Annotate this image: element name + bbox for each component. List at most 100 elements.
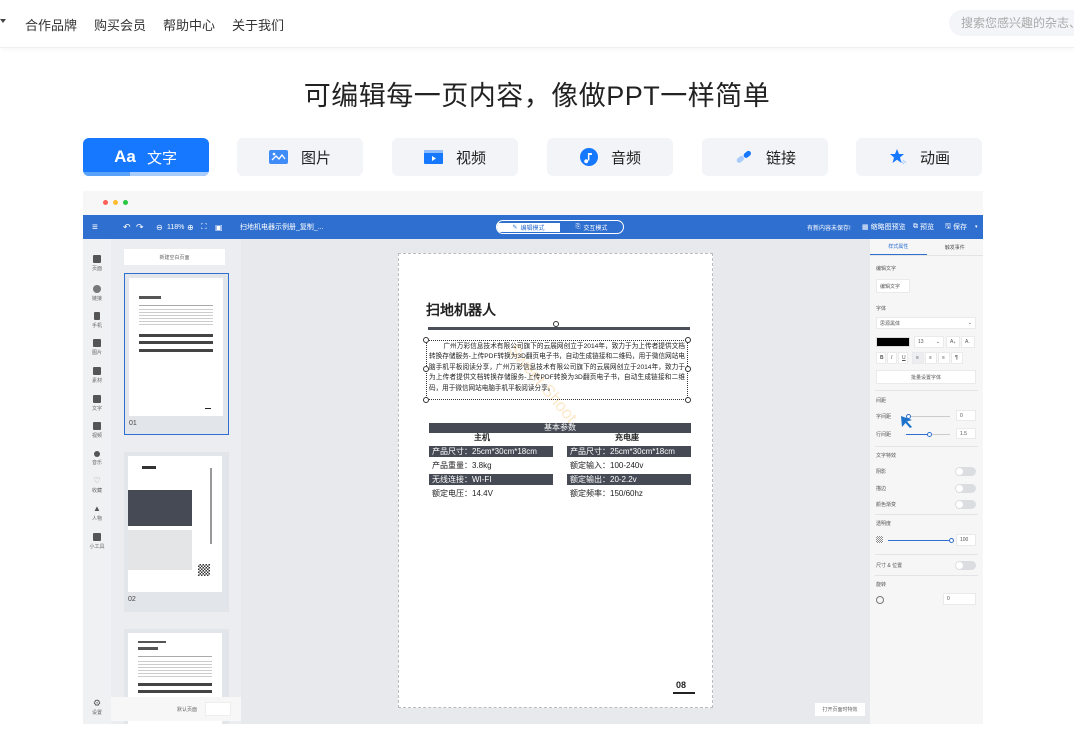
video-icon	[93, 422, 101, 430]
align-right-button[interactable]: ≡	[938, 352, 950, 364]
preview-button[interactable]: ⧉ 预览	[913, 215, 934, 239]
rail-label: 链接	[91, 296, 102, 302]
fullscreen-icon[interactable]: ⛶	[201, 215, 207, 239]
interactive-icon: ⎘	[575, 223, 581, 230]
close-dot[interactable]	[103, 200, 108, 205]
font-size-increase-button[interactable]: A +	[946, 336, 960, 348]
resize-handle-tl[interactable]	[423, 337, 429, 343]
rotate-dial-icon[interactable]	[876, 596, 884, 604]
line-spacing-fill	[906, 434, 929, 435]
page-icon	[93, 255, 101, 263]
nav-about-us[interactable]: 关于我们	[232, 15, 284, 34]
stroke-toggle[interactable]	[955, 484, 976, 493]
page-thumbnail-01[interactable]: 01	[124, 273, 229, 435]
rail-item-link[interactable]: 链接	[83, 285, 111, 302]
tab-label: 文字	[146, 149, 177, 167]
rail-item-page[interactable]: 页面	[83, 255, 111, 272]
zoom-in-icon[interactable]: ⊕	[187, 215, 194, 239]
maximize-dot[interactable]	[123, 200, 128, 205]
font-size-select[interactable]: 13 ⌄	[914, 336, 944, 348]
thumbnail-preview-button[interactable]: ▦ 缩略图预览	[862, 215, 906, 239]
opacity-fill[interactable]	[888, 540, 950, 541]
document-page[interactable]: Sweet Shoot 扫地机器人 广州万彩信息技术有限公司旗下的云展网创立于2…	[398, 253, 713, 708]
mode-edit-button[interactable]: ✎ 编辑模式	[497, 222, 560, 232]
nav-partner-brands[interactable]: 合作品牌	[25, 15, 77, 34]
underline-button[interactable]: U	[898, 352, 908, 364]
new-page-button[interactable]: 新建空白页面	[124, 249, 225, 265]
gradient-toggle[interactable]	[955, 500, 976, 509]
rail-item-tools[interactable]: 小工具	[83, 533, 111, 550]
rail-item-people[interactable]: ▲ 人物	[83, 505, 111, 523]
document-title[interactable]: 扫地机电器示例册_复制_...	[240, 215, 324, 239]
nav-help-center[interactable]: 帮助中心	[163, 15, 215, 34]
tab-trigger-events[interactable]: 触发事件	[927, 239, 984, 255]
divider	[875, 446, 978, 447]
mode-toggle[interactable]: ✎ 编辑模式 ⎘ 交互模式	[496, 220, 624, 234]
resize-handle-mr[interactable]	[685, 366, 691, 372]
edit-text-button[interactable]: 编辑文字	[876, 279, 910, 293]
zoom-out-icon[interactable]: ⊖	[156, 215, 163, 239]
size-position-toggle[interactable]	[955, 561, 976, 570]
align-center-button[interactable]: ≡	[925, 352, 937, 364]
redo-icon[interactable]: ↷	[136, 215, 144, 239]
title-divider	[428, 327, 690, 330]
minimize-dot[interactable]	[113, 200, 118, 205]
tab-text[interactable]: Aa 文字	[83, 138, 209, 176]
mode-interactive-label: 交互模式	[583, 225, 608, 232]
selected-text-box[interactable]: 广州万彩信息技术有限公司旗下的云展网创立于2014年，致力于为上传者提供文档转换…	[426, 340, 688, 400]
rail-item-music[interactable]: 音乐	[83, 451, 111, 466]
align-left-button[interactable]: ≡	[912, 352, 924, 364]
page-thumbnail-02[interactable]: 02	[124, 452, 229, 612]
rail-item-video[interactable]: 视频	[83, 422, 111, 439]
cell: 额定频率：150/60hz	[570, 489, 643, 498]
font-family-select[interactable]: 思源黑体 ⌄	[876, 317, 976, 329]
paragraph-button[interactable]: ¶	[951, 352, 963, 364]
col-charger: 充电座	[615, 433, 639, 442]
shadow-toggle[interactable]	[955, 467, 976, 476]
rotate-input[interactable]: 0	[943, 593, 976, 605]
resize-handle-bl[interactable]	[423, 397, 429, 403]
caret-down-icon[interactable]	[0, 19, 6, 23]
spacing-label: 间距	[876, 398, 887, 404]
page-title[interactable]: 扫地机器人	[426, 300, 496, 320]
tab-image[interactable]: 图片	[237, 138, 363, 176]
tab-link[interactable]: 链接	[702, 138, 828, 176]
letter-spacing-input[interactable]: 0	[956, 410, 976, 421]
batch-font-button[interactable]: 批量设置字体	[876, 370, 976, 384]
save-button[interactable]: 🖫 保存	[945, 215, 967, 239]
fit-page-icon[interactable]: ▣	[215, 215, 223, 239]
bold-button[interactable]: B	[876, 352, 886, 364]
music-note-icon	[579, 148, 599, 166]
default-page-input[interactable]	[205, 702, 231, 716]
rail-item-phone[interactable]: 手机	[83, 312, 111, 329]
font-size-decrease-button[interactable]: A-	[961, 336, 975, 348]
rail-item-material[interactable]: 素材	[83, 367, 111, 384]
save-dropdown-icon[interactable]: ▾	[975, 215, 978, 239]
resize-handle-tr[interactable]	[685, 337, 691, 343]
page-open-effect-button[interactable]: 打开页面时特效	[815, 703, 865, 716]
opacity-input[interactable]: 100	[956, 534, 976, 546]
menu-icon[interactable]: ≡	[92, 215, 98, 239]
rotate-handle[interactable]	[553, 321, 559, 327]
resize-handle-ml[interactable]	[423, 366, 429, 372]
color-picker[interactable]	[876, 337, 910, 347]
tab-style-properties[interactable]: 样式属性	[870, 239, 927, 255]
tab-animation[interactable]: 动画	[856, 138, 982, 176]
italic-button[interactable]: I	[887, 352, 897, 364]
opacity-knob[interactable]	[949, 538, 954, 543]
line-spacing-input[interactable]: 1.5	[956, 428, 976, 439]
rail-item-image[interactable]: 图片	[83, 339, 111, 356]
rail-item-text[interactable]: 文字	[83, 395, 111, 412]
mode-interactive-button[interactable]: ⎘ 交互模式	[560, 223, 623, 232]
page-number-label: 02	[128, 596, 136, 603]
tab-video[interactable]: 视频	[392, 138, 518, 176]
params-table[interactable]: 基本参数 主机 充电座 产品尺寸：25cm*30cm*18cm 产品尺寸：25cm…	[429, 423, 691, 499]
search-input[interactable]: 搜索您感兴趣的杂志、	[949, 10, 1074, 36]
undo-icon[interactable]: ↶	[123, 215, 131, 239]
resize-handle-br[interactable]	[685, 397, 691, 403]
rail-item-settings[interactable]: ⚙ 设置	[83, 699, 111, 717]
nav-buy-membership[interactable]: 购买会员	[94, 15, 146, 34]
tab-audio[interactable]: 音频	[547, 138, 673, 176]
line-spacing-knob[interactable]	[927, 432, 932, 437]
rail-item-favorites[interactable]: ♡ 收藏	[83, 477, 111, 495]
